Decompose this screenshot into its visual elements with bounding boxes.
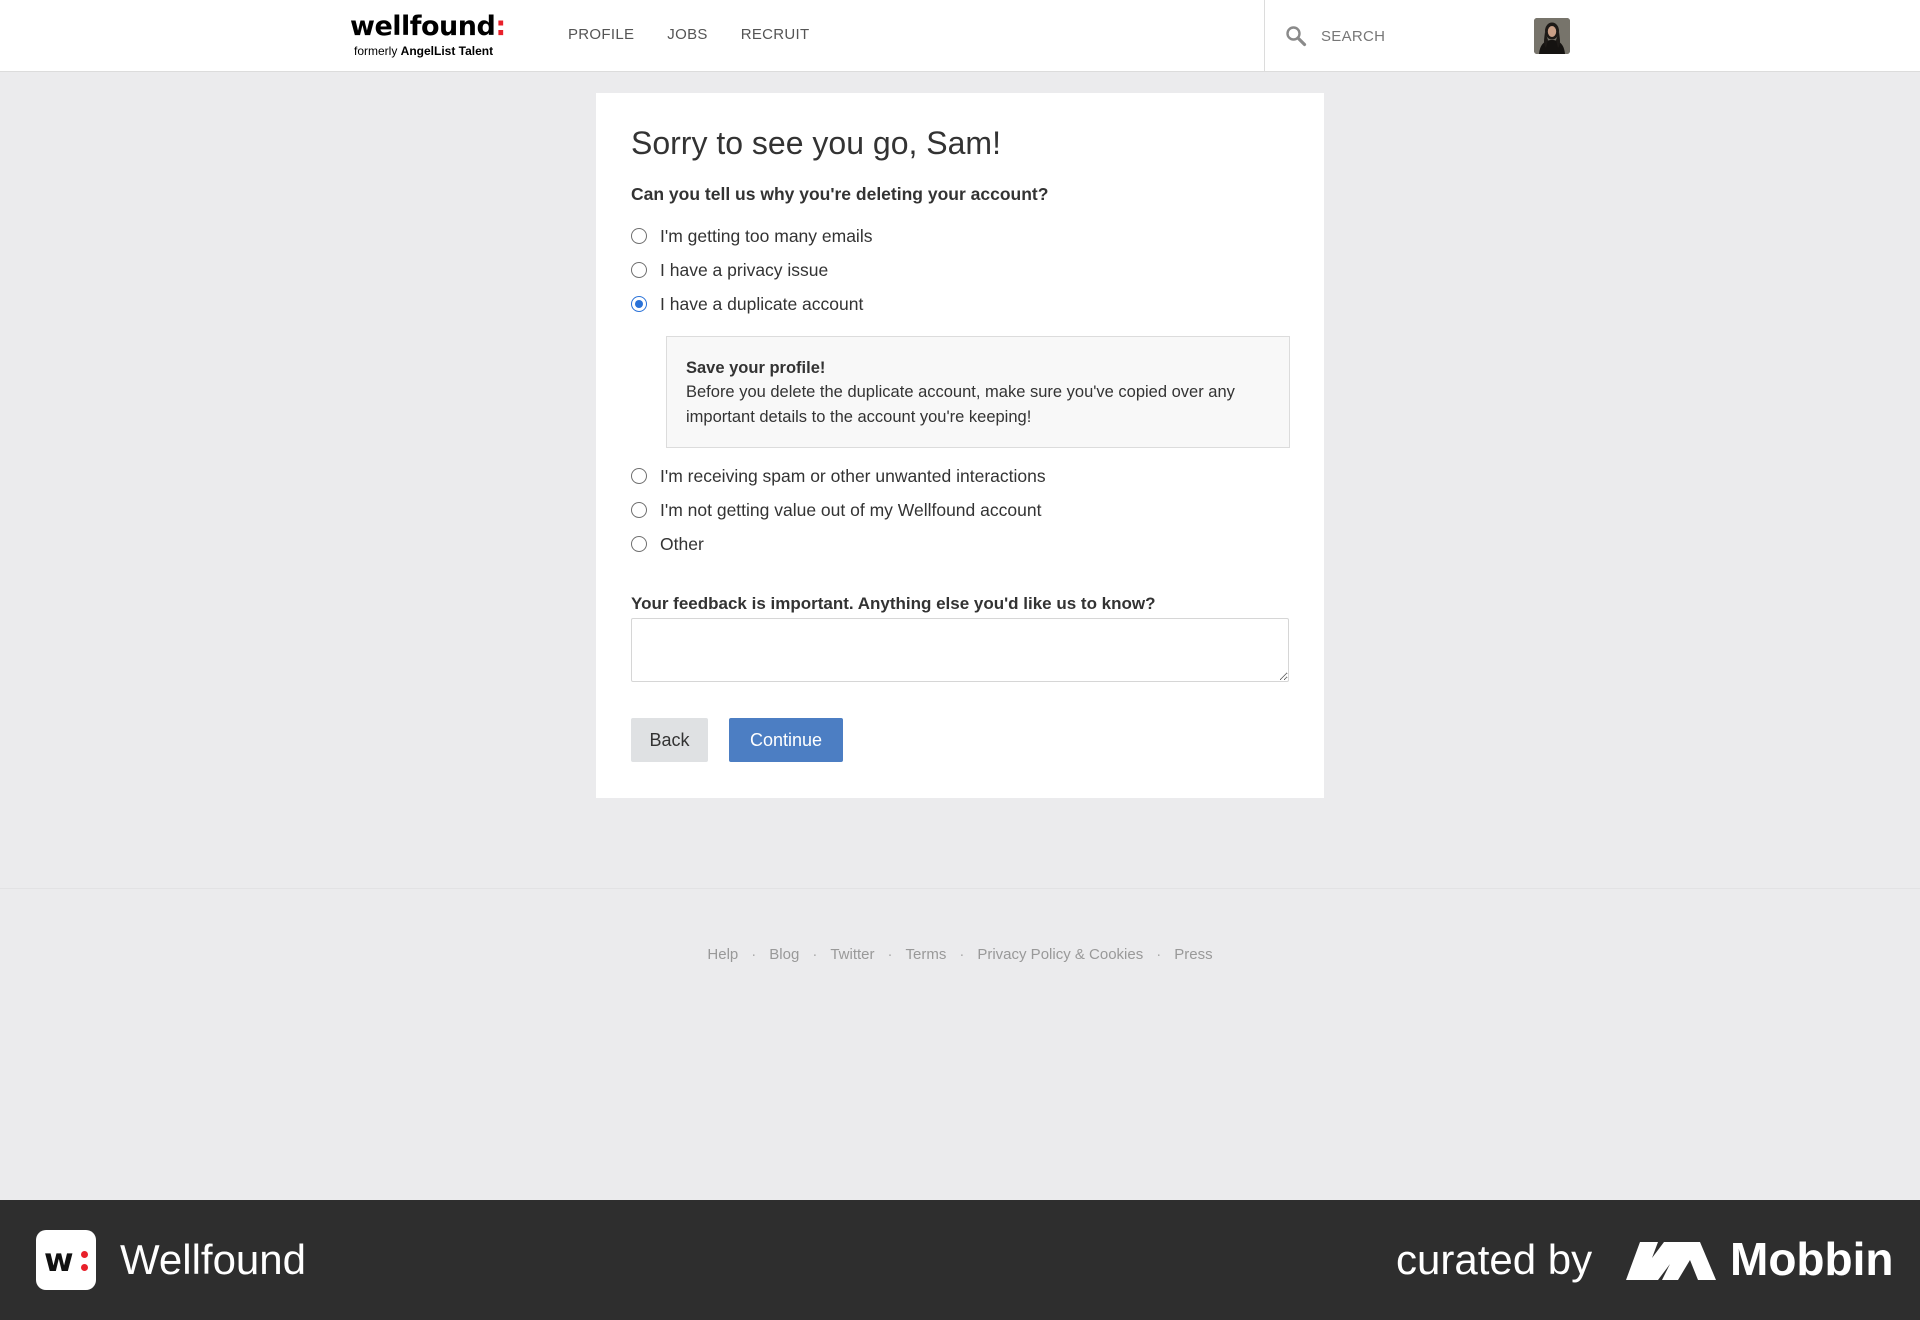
top-nav-bar: wellfound: formerly AngelList Talent PRO… (0, 0, 1920, 72)
footer-link-press[interactable]: Press (1174, 946, 1212, 963)
app-icon-dot (81, 1264, 88, 1271)
footer-link-blog[interactable]: Blog (769, 946, 799, 963)
option-other[interactable]: Other (631, 532, 704, 556)
option-label: I'm getting too many emails (660, 225, 873, 246)
page-title: Sorry to see you go, Sam! (631, 125, 1001, 161)
option-no-value[interactable]: I'm not getting value out of my Wellfoun… (631, 498, 1041, 522)
curated-by-text: curated by (1396, 1236, 1593, 1283)
option-spam[interactable]: I'm receiving spam or other unwanted int… (631, 464, 1046, 488)
footer-link-terms[interactable]: Terms (906, 946, 947, 963)
logo-wordmark: wellfound: (350, 11, 506, 42)
radio-button[interactable] (631, 262, 647, 278)
brand-name: Wellfound (120, 1236, 307, 1283)
feedback-label: Your feedback is important. Anything els… (631, 594, 1156, 613)
wellfound-logo[interactable]: wellfound: formerly AngelList Talent (350, 11, 506, 59)
nav-recruit[interactable]: RECRUIT (741, 26, 810, 43)
main-nav: PROFILE JOBS RECRUIT (568, 26, 809, 43)
footer-separator: · (887, 946, 893, 963)
app-icon-dot (81, 1251, 88, 1258)
footer-link-twitter[interactable]: Twitter (830, 946, 874, 963)
radio-button[interactable] (631, 502, 647, 518)
user-avatar[interactable] (1534, 18, 1570, 54)
option-label: I'm not getting value out of my Wellfoun… (660, 499, 1042, 520)
wellfound-app-icon: w (36, 1230, 96, 1290)
nav-profile[interactable]: PROFILE (568, 26, 634, 43)
footer-link-help[interactable]: Help (707, 946, 738, 963)
back-button[interactable]: Back (631, 718, 708, 762)
search-bar (1264, 0, 1554, 72)
curation-banner: w Wellfound curated by Mobbin (0, 1200, 1920, 1320)
footer-link-privacy[interactable]: Privacy Policy & Cookies (977, 946, 1143, 963)
save-profile-notice: Save your profile! Before you delete the… (666, 336, 1290, 448)
avatar-photo-icon (1534, 18, 1570, 54)
footer-separator: · (812, 946, 818, 963)
footer-divider (0, 888, 1920, 889)
radio-button[interactable] (631, 228, 647, 244)
mobbin-wordmark: Mobbin (1730, 1233, 1894, 1285)
notice-text: Before you delete the duplicate account,… (686, 383, 1235, 426)
footer-separator: · (1156, 946, 1162, 963)
nav-jobs[interactable]: JOBS (667, 26, 707, 43)
radio-button-selected[interactable] (631, 296, 647, 312)
feedback-textarea[interactable] (631, 618, 1289, 682)
option-label: I have a duplicate account (660, 293, 864, 314)
radio-button[interactable] (631, 468, 647, 484)
logo-subtitle: formerly AngelList Talent (354, 44, 494, 58)
search-input[interactable] (1321, 22, 1501, 50)
reason-question: Can you tell us why you're deleting your… (631, 184, 1049, 204)
search-icon[interactable] (1285, 25, 1307, 47)
option-privacy-issue[interactable]: I have a privacy issue (631, 258, 828, 282)
radio-button[interactable] (631, 536, 647, 552)
option-duplicate-account[interactable]: I have a duplicate account (631, 292, 863, 316)
delete-account-card: Sorry to see you go, Sam! Can you tell u… (596, 93, 1324, 798)
footer-separator: · (751, 946, 757, 963)
continue-button[interactable]: Continue (729, 718, 843, 762)
notice-title: Save your profile! (686, 359, 826, 377)
option-label: I'm receiving spam or other unwanted int… (660, 465, 1046, 486)
mobbin-logo-icon (1626, 1242, 1716, 1280)
option-label: Other (660, 533, 704, 554)
footer-links: Help · Blog · Twitter · Terms · Privacy … (0, 946, 1920, 963)
option-label: I have a privacy issue (660, 259, 829, 280)
footer-separator: · (959, 946, 965, 963)
option-too-many-emails[interactable]: I'm getting too many emails (631, 224, 872, 248)
app-icon-letter: w (44, 1241, 74, 1279)
